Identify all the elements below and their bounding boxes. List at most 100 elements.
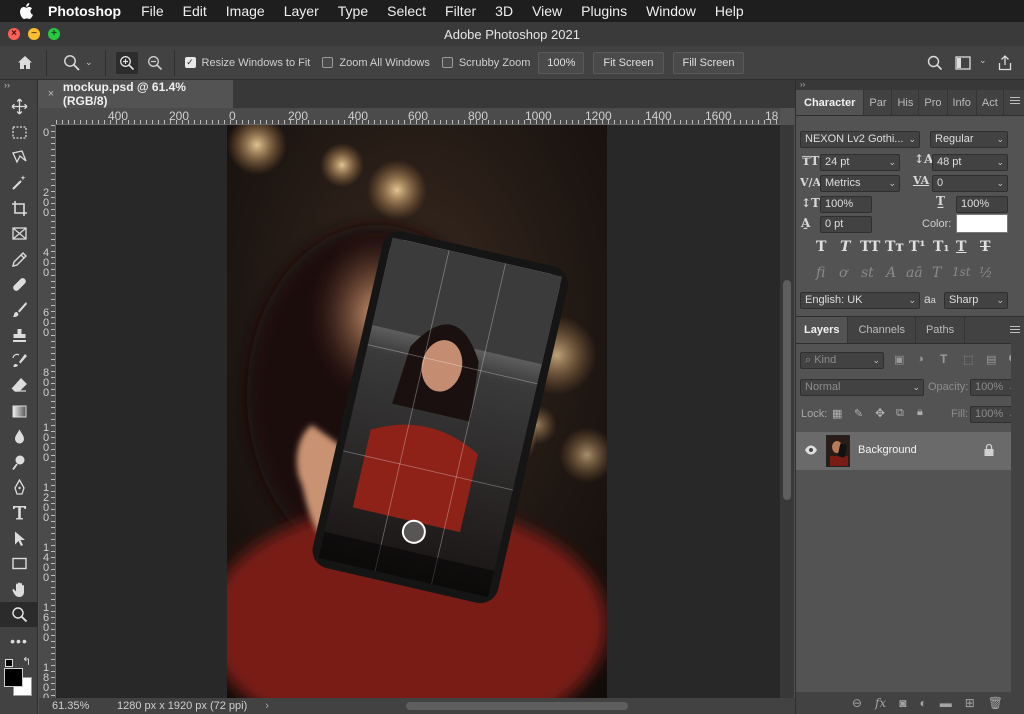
new-group-icon[interactable]: ▬ bbox=[940, 696, 952, 710]
collapse-panels-icon[interactable]: ›› bbox=[796, 80, 1024, 90]
lock-position-icon[interactable]: ✥ bbox=[875, 406, 885, 420]
lock-image-icon[interactable]: ✎ bbox=[854, 407, 863, 420]
workspace-icon[interactable] bbox=[952, 52, 974, 74]
font-size-dropdown[interactable]: 24 pt ⌄ bbox=[820, 154, 900, 171]
faux-bold-button[interactable]: T bbox=[816, 239, 826, 255]
lock-artboard-icon[interactable]: ⧉ bbox=[896, 407, 904, 420]
zoom-tool-preset-icon[interactable] bbox=[61, 52, 83, 74]
zoom-all-windows-checkbox[interactable]: Zoom All Windows bbox=[322, 57, 430, 69]
horizontal-scale-field[interactable]: 100% bbox=[956, 196, 1008, 213]
swash-button[interactable]: A bbox=[886, 265, 896, 281]
document-canvas[interactable] bbox=[227, 125, 607, 698]
tab-history[interactable]: His bbox=[892, 90, 920, 115]
add-mask-icon[interactable]: ◙ bbox=[899, 696, 906, 710]
filter-type-icon[interactable]: T bbox=[940, 352, 947, 366]
history-brush-tool[interactable] bbox=[0, 348, 38, 373]
faux-italic-button[interactable]: T bbox=[840, 239, 850, 255]
ordinals-button[interactable]: 1st bbox=[952, 265, 971, 279]
magic-wand-tool[interactable] bbox=[0, 170, 38, 195]
eraser-tool[interactable] bbox=[0, 373, 38, 398]
vertical-ruler[interactable]: 0 200 400 600 800 1000 1200 1400 1600 18… bbox=[39, 125, 56, 698]
workspace-chevron-icon[interactable]: ⌄ bbox=[979, 55, 987, 66]
search-icon[interactable] bbox=[924, 52, 946, 74]
filter-adjustment-icon[interactable]: ◑ bbox=[917, 353, 924, 365]
expand-toolbar-icon[interactable]: ›› bbox=[0, 80, 37, 94]
superscript-button[interactable]: T¹ bbox=[909, 239, 926, 255]
tab-paths[interactable]: Paths bbox=[916, 317, 966, 343]
menu-filter[interactable]: Filter bbox=[445, 3, 476, 19]
filter-shape-icon[interactable]: ⬚ bbox=[963, 353, 973, 366]
strikethrough-button[interactable]: T bbox=[980, 239, 990, 255]
app-menu-photoshop[interactable]: Photoshop bbox=[48, 3, 121, 19]
ligatures-button[interactable]: fi bbox=[816, 265, 825, 281]
layer-row-background[interactable]: Background bbox=[796, 432, 1011, 470]
home-icon[interactable] bbox=[14, 52, 36, 74]
menu-select[interactable]: Select bbox=[387, 3, 426, 19]
scrubby-zoom-checkbox[interactable]: Scrubby Zoom bbox=[441, 57, 530, 69]
crop-tool[interactable] bbox=[0, 196, 38, 221]
filter-smart-object-icon[interactable]: ▤ bbox=[986, 353, 996, 366]
menu-type[interactable]: Type bbox=[338, 3, 368, 19]
document-tab[interactable]: × mockup.psd @ 61.4% (RGB/8) bbox=[39, 80, 233, 108]
menu-view[interactable]: View bbox=[532, 3, 562, 19]
zoom-level[interactable]: 61.35% bbox=[39, 700, 99, 712]
zoom-tool[interactable] bbox=[0, 601, 38, 628]
close-window-button[interactable]: × bbox=[8, 28, 20, 40]
lock-transparent-icon[interactable]: ▦ bbox=[832, 407, 842, 420]
zoom-out-icon[interactable] bbox=[144, 52, 166, 74]
menu-3d[interactable]: 3D bbox=[495, 3, 513, 19]
more-tools-icon[interactable]: ••• bbox=[0, 627, 38, 655]
healing-brush-tool[interactable] bbox=[0, 272, 38, 297]
tab-channels[interactable]: Channels bbox=[848, 317, 916, 343]
gradient-tool[interactable] bbox=[0, 399, 38, 424]
stamp-tool[interactable] bbox=[0, 323, 38, 348]
move-tool[interactable] bbox=[0, 94, 38, 119]
minimize-window-button[interactable]: − bbox=[28, 28, 40, 40]
tab-info[interactable]: Info bbox=[948, 90, 977, 115]
brush-tool[interactable] bbox=[0, 297, 38, 322]
lasso-tool[interactable] bbox=[0, 145, 38, 170]
tab-character[interactable]: Character bbox=[796, 90, 865, 115]
kerning-dropdown[interactable]: Metrics ⌄ bbox=[820, 175, 900, 192]
pen-tool[interactable] bbox=[0, 475, 38, 500]
font-style-dropdown[interactable]: Regular ⌄ bbox=[930, 131, 1008, 148]
eyedropper-tool[interactable] bbox=[0, 246, 38, 271]
zoom-window-button[interactable]: + bbox=[48, 28, 60, 40]
menu-window[interactable]: Window bbox=[646, 3, 696, 19]
blend-mode-dropdown[interactable]: Normal ⌄ bbox=[800, 379, 924, 396]
new-layer-icon[interactable]: ⊞ bbox=[965, 696, 975, 710]
stylistic-alternates-button[interactable]: aā bbox=[906, 265, 923, 281]
menu-plugins[interactable]: Plugins bbox=[581, 3, 627, 19]
path-selection-tool[interactable] bbox=[0, 526, 38, 551]
trash-icon[interactable]: 🗑︎ bbox=[988, 696, 1003, 710]
titling-alternates-button[interactable]: T bbox=[932, 265, 941, 281]
menu-image[interactable]: Image bbox=[226, 3, 265, 19]
frame-tool[interactable] bbox=[0, 221, 38, 246]
layer-name[interactable]: Background bbox=[858, 444, 917, 456]
chevron-down-icon[interactable]: ⌄ bbox=[85, 57, 93, 68]
zoom-percent-field[interactable]: 100% bbox=[538, 51, 585, 74]
share-icon[interactable] bbox=[994, 52, 1016, 74]
menu-help[interactable]: Help bbox=[715, 3, 744, 19]
menu-file[interactable]: File bbox=[141, 3, 164, 19]
swap-colors-icon[interactable]: ↰ bbox=[22, 655, 31, 668]
baseline-shift-field[interactable]: 0 pt bbox=[820, 216, 872, 233]
canvas-horizontal-scrollbar[interactable] bbox=[406, 702, 628, 710]
dodge-tool[interactable] bbox=[0, 449, 38, 474]
close-tab-icon[interactable]: × bbox=[39, 88, 63, 100]
vertical-scale-field[interactable]: 100% bbox=[820, 196, 872, 213]
default-colors-icon[interactable] bbox=[5, 659, 13, 668]
fx-icon[interactable]: fx bbox=[875, 696, 886, 710]
menu-layer[interactable]: Layer bbox=[284, 3, 319, 19]
antialias-dropdown[interactable]: Sharp ⌄ bbox=[944, 292, 1008, 309]
hand-tool[interactable] bbox=[0, 576, 38, 601]
ruler-origin[interactable] bbox=[39, 108, 56, 125]
language-dropdown[interactable]: English: UK ⌄ bbox=[800, 292, 920, 309]
font-family-dropdown[interactable]: NEXON Lv2 Gothi... ⌄ bbox=[800, 131, 920, 148]
old-style-button[interactable]: ơ bbox=[839, 265, 847, 281]
underline-button[interactable]: T bbox=[956, 239, 966, 255]
canvas-pasteboard[interactable] bbox=[56, 125, 780, 698]
eye-visibility-icon[interactable] bbox=[804, 443, 818, 457]
layers-scrollbar[interactable] bbox=[1011, 342, 1024, 692]
tab-properties[interactable]: Pro bbox=[919, 90, 948, 115]
